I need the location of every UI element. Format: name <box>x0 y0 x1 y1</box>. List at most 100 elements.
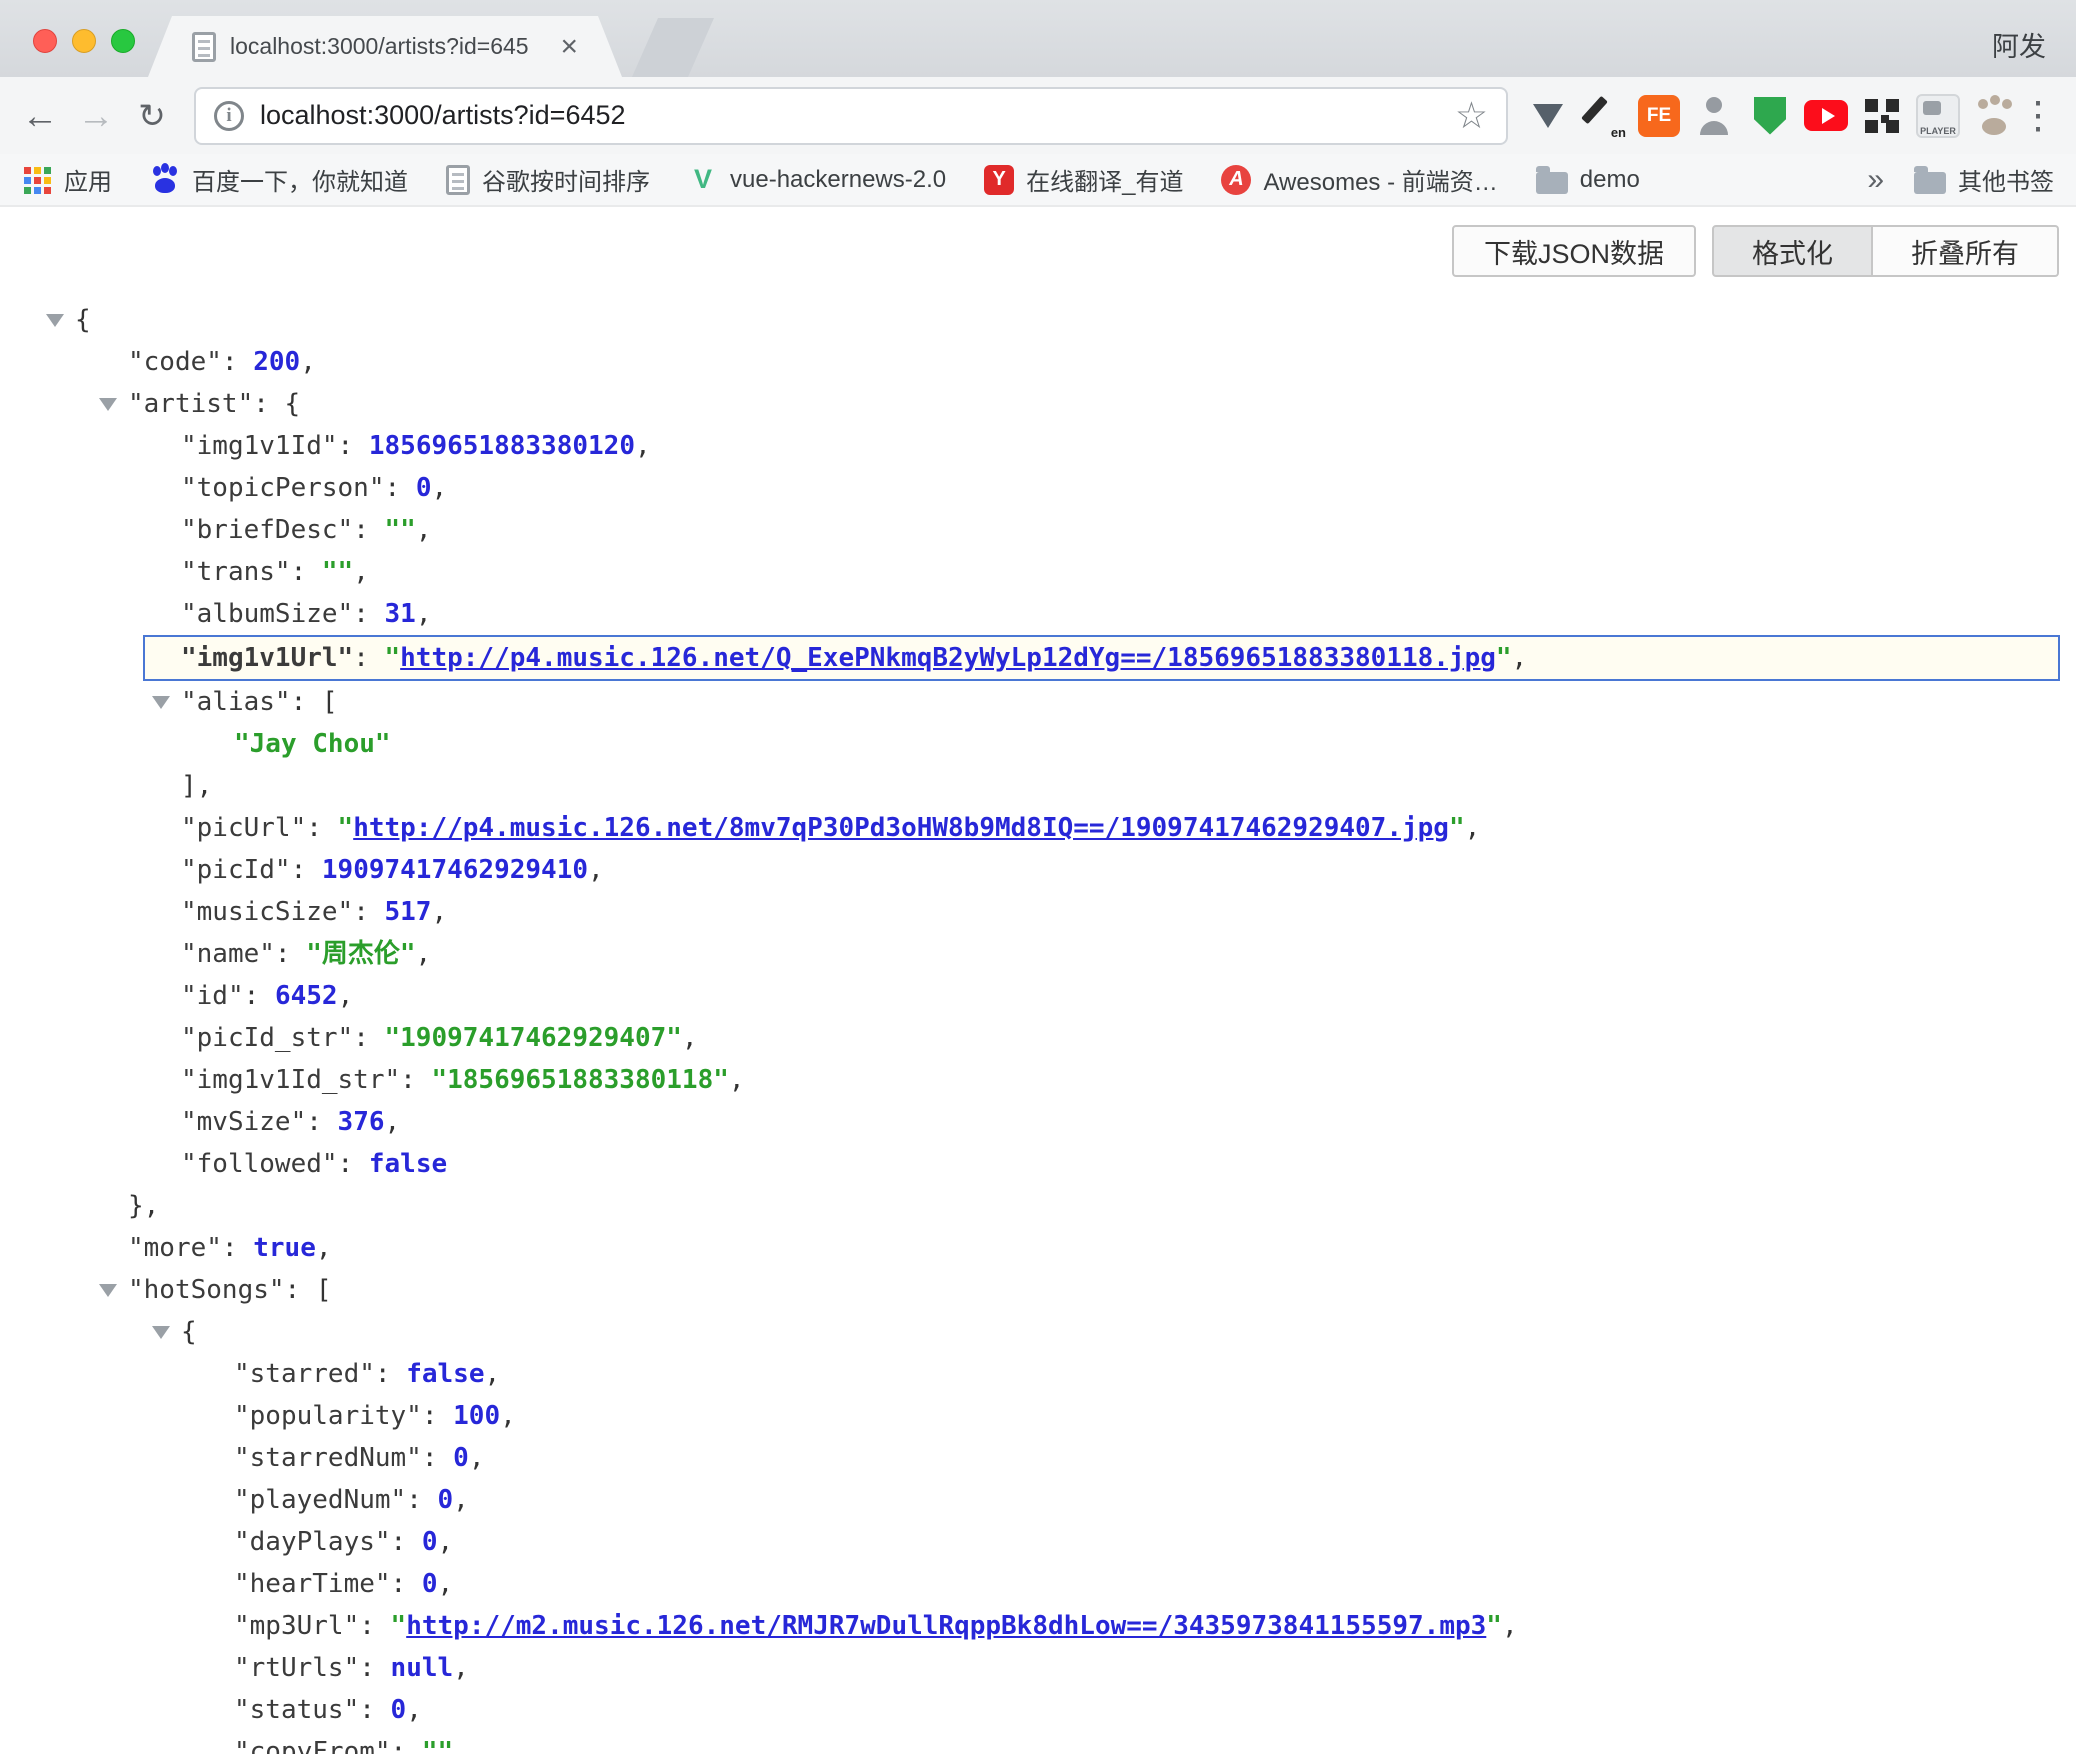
address-bar[interactable]: localhost:3000/artists?id=6452 <box>194 87 1508 145</box>
json-token-s2: " <box>338 813 354 843</box>
paw-icon[interactable] <box>1972 92 2016 140</box>
bookmarks-bar: 应用 百度一下，你就知道 谷歌按时间排序 Vvue-hackernews-2.0 Y 在线… <box>0 154 2076 207</box>
json-token-k: "starred" <box>234 1359 375 1389</box>
json-url-link[interactable]: http://p4.music.126.net/Q_ExePNkmqB2yWyL… <box>400 643 1496 673</box>
bookmarks-overflow-chevron[interactable]: » <box>1867 163 1884 197</box>
json-token-n: 18569651883380120 <box>369 431 635 461</box>
bookmark-star-icon[interactable] <box>1455 94 1488 137</box>
json-token-p: , <box>588 855 604 885</box>
json-token-p: { <box>75 305 91 335</box>
json-token-n: 200 <box>253 347 300 377</box>
page-info-icon[interactable] <box>214 101 244 131</box>
youdao-icon: Y <box>984 165 1014 195</box>
window-minimize-button[interactable] <box>72 29 96 53</box>
json-token-n: true <box>253 1233 316 1263</box>
shield-icon[interactable] <box>1748 92 1792 140</box>
json-token-p: : <box>400 1065 431 1095</box>
collapse-caret-icon[interactable] <box>46 314 64 327</box>
json-line: "Jay Chou" <box>0 723 2076 765</box>
json-token-n: 0 <box>453 1443 469 1473</box>
fehelper-icon[interactable]: FE <box>1638 95 1680 137</box>
json-token-p: , <box>453 1737 469 1754</box>
collapse-caret-icon[interactable] <box>152 1326 170 1339</box>
collapse-caret-icon[interactable] <box>152 696 170 709</box>
url-text[interactable]: localhost:3000/artists?id=6452 <box>260 100 626 131</box>
json-token-p: : <box>291 557 322 587</box>
browser-menu-icon[interactable] <box>2018 93 2058 138</box>
json-line: "name": "周杰伦", <box>0 933 2076 975</box>
window-zoom-button[interactable] <box>111 29 135 53</box>
browser-tab[interactable]: localhost:3000/artists?id=645 × <box>148 16 622 77</box>
json-token-k: "name" <box>181 939 275 969</box>
download-json-button[interactable]: 下载JSON数据 <box>1452 225 1696 277</box>
other-bookmarks-folder[interactable]: 其他书签 <box>1914 162 2054 197</box>
arrow-extension-icon[interactable] <box>1526 92 1570 140</box>
json-token-p: : { <box>253 389 300 419</box>
json-token-s2: "" <box>385 515 416 545</box>
bookmark-label: 在线翻译_有道 <box>1026 162 1183 197</box>
json-line: "trans": "", <box>0 551 2076 593</box>
back-button[interactable] <box>12 88 68 144</box>
new-tab-button[interactable] <box>632 18 714 77</box>
json-token-k: "img1v1Id_str" <box>181 1065 400 1095</box>
json-token-p: , <box>416 939 432 969</box>
player-icon[interactable]: PLAYER <box>1916 94 1960 138</box>
extensions-area: en FE PLAYER <box>1526 92 2016 140</box>
json-token-p: : <box>306 813 337 843</box>
json-token-p: : <box>406 1485 437 1515</box>
format-button[interactable]: 格式化 <box>1712 225 1873 277</box>
window-close-button[interactable] <box>33 29 57 53</box>
json-line: "dayPlays": 0, <box>0 1521 2076 1563</box>
json-line: "more": true, <box>0 1227 2076 1269</box>
navigation-toolbar: localhost:3000/artists?id=6452 en FE PLAYE… <box>0 77 2076 154</box>
json-url-link[interactable]: http://p4.music.126.net/8mv7qP30Pd3oHW8b… <box>353 813 1449 843</box>
bookmark-label: demo <box>1580 166 1640 194</box>
json-line-highlighted: "img1v1Url": "http://p4.music.126.net/Q_… <box>143 635 2060 681</box>
json-token-k: "copyFrom" <box>234 1737 391 1754</box>
json-url-link[interactable]: http://m2.music.126.net/RMJR7wDullRqppBk… <box>406 1611 1486 1641</box>
json-token-k: "img1v1Id" <box>181 431 338 461</box>
tab-title: localhost:3000/artists?id=645 <box>230 33 546 60</box>
json-token-n: false <box>369 1149 447 1179</box>
json-token-n: 0 <box>422 1569 438 1599</box>
reload-button[interactable] <box>124 88 180 144</box>
collapse-caret-icon[interactable] <box>99 1284 117 1297</box>
json-token-p: , <box>416 599 432 629</box>
bookmark-item[interactable]: Vvue-hackernews-2.0 <box>688 165 946 195</box>
json-token-k: "playedNum" <box>234 1485 406 1515</box>
bookmark-label: 应用 <box>64 162 112 197</box>
page-content: 下载JSON数据 格式化 折叠所有 {"code": 200,"artist":… <box>0 207 2076 1754</box>
json-token-k: "alias" <box>181 687 291 717</box>
bookmark-item[interactable]: Y 在线翻译_有道 <box>984 162 1183 197</box>
json-token-p: , <box>1512 643 1528 673</box>
bookmarks-list: 应用 百度一下，你就知道 谷歌按时间排序 Vvue-hackernews-2.0 Y 在线… <box>22 162 1640 197</box>
youtube-icon[interactable] <box>1804 92 1848 140</box>
json-token-n: 0 <box>416 473 432 503</box>
json-token-p: , <box>635 431 651 461</box>
collapse-all-button[interactable]: 折叠所有 <box>1873 225 2059 277</box>
json-token-p: : <box>353 643 384 673</box>
awesomes-icon: A <box>1221 165 1251 195</box>
json-token-s2: " <box>1449 813 1465 843</box>
json-token-n: 0 <box>438 1485 454 1515</box>
json-line: "hotSongs": [ <box>0 1269 2076 1311</box>
json-line: "picUrl": "http://p4.music.126.net/8mv7q… <box>0 807 2076 849</box>
tab-close-icon[interactable]: × <box>560 32 578 62</box>
bookmark-item[interactable]: AAwesomes - 前端资… <box>1221 162 1497 197</box>
json-token-k: "dayPlays" <box>234 1527 391 1557</box>
json-token-p: : <box>306 1107 337 1137</box>
translate-pen-icon[interactable]: en <box>1582 92 1626 140</box>
json-token-s2: " <box>391 1611 407 1641</box>
profile-person-icon[interactable] <box>1692 92 1736 140</box>
json-token-k: "more" <box>128 1233 222 1263</box>
collapse-caret-icon[interactable] <box>99 398 117 411</box>
bookmark-item[interactable]: demo <box>1536 166 1640 194</box>
bookmark-item[interactable]: 谷歌按时间排序 <box>446 162 650 197</box>
bookmark-item[interactable]: 应用 <box>22 162 112 197</box>
json-token-n: null <box>391 1653 454 1683</box>
qrcode-icon[interactable] <box>1860 92 1904 140</box>
json-token-p: { <box>181 1317 197 1347</box>
json-token-n: 376 <box>338 1107 385 1137</box>
bookmark-item[interactable]: 百度一下，你就知道 <box>150 162 408 197</box>
profile-name[interactable]: 阿发 <box>1992 25 2046 64</box>
